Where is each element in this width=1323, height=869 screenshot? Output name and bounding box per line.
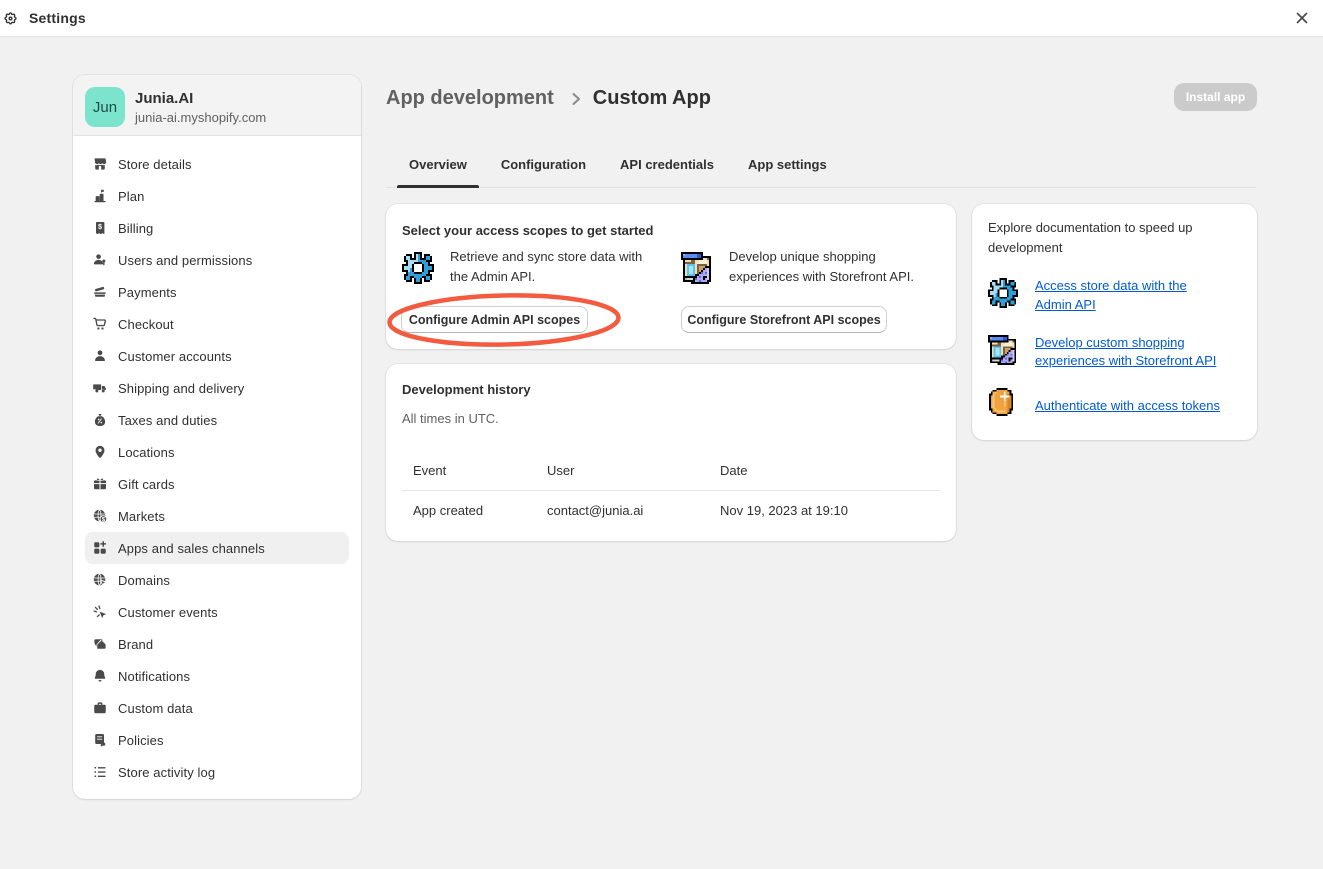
svg-text:$: $ bbox=[98, 222, 102, 231]
